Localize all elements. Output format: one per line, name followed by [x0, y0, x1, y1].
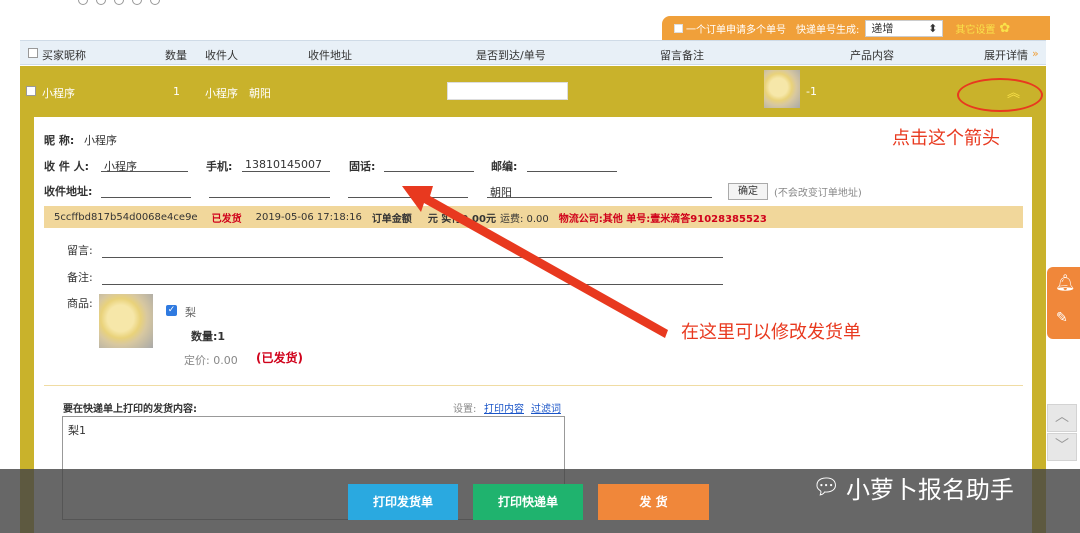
product-thumbnail	[764, 70, 800, 108]
annotation-modify-here: 在这里可以修改发货单	[681, 322, 861, 343]
multi-number-checkbox[interactable]	[674, 23, 683, 33]
mobile-input-value: 13810145007	[245, 158, 322, 171]
address-label: 收件地址:	[44, 185, 93, 198]
scroll-down-button[interactable]: ﹀	[1047, 433, 1077, 461]
row-product: -1	[806, 85, 817, 98]
recipient-input[interactable]: 小程序	[101, 158, 188, 173]
order-amount: 元 实付0.00元	[427, 213, 496, 225]
product-label: 商品:	[67, 297, 93, 310]
generate-label: 快递单号生成:	[796, 24, 860, 36]
radio-option[interactable]	[114, 0, 124, 5]
other-settings-link[interactable]: 其它设置	[955, 21, 995, 36]
print-invoice-button[interactable]: 打印发货单	[348, 484, 458, 520]
radio-option[interactable]	[96, 0, 106, 5]
product-checkbox[interactable]: ✓	[166, 305, 177, 316]
product-quantity: 数量:1	[191, 330, 226, 343]
zip-label: 邮编:	[491, 160, 518, 173]
watermark-text: 小萝卜报名助手	[845, 476, 1014, 504]
order-row[interactable]: 小程序 1 小程序 朝阳 -1 ︽	[20, 66, 1046, 117]
district-input-value: 朝阳	[490, 186, 512, 199]
street-input[interactable]	[348, 184, 468, 198]
nickname-label: 昵 称:	[44, 134, 75, 147]
col-arrived: 是否到达/单号	[476, 49, 546, 62]
mobile-input[interactable]: 13810145007	[242, 158, 330, 172]
order-status: 已发货	[211, 213, 242, 225]
wechat-icon: 💬︎	[812, 475, 840, 500]
order-freight: 运费: 0.00	[499, 213, 549, 225]
phone-input[interactable]	[384, 158, 474, 172]
nickname-value: 小程序	[84, 134, 117, 147]
order-id: 5ccffbd817b54d0068e4ce9e	[54, 211, 198, 223]
side-tools: 🔔︎ ✎	[1047, 267, 1080, 339]
gear-icon[interactable]: ✿	[999, 21, 1010, 36]
row-nickname: 小程序	[42, 87, 75, 100]
district-input[interactable]: 朝阳	[487, 184, 712, 199]
number-mode-value: 递增	[871, 22, 894, 35]
zip-input[interactable]	[527, 158, 617, 172]
tracking-number-input[interactable]	[447, 82, 568, 100]
recipient-input-value: 小程序	[104, 160, 137, 173]
col-note: 留言备注	[660, 49, 704, 62]
row-quantity: 1	[173, 85, 180, 98]
province-input[interactable]	[101, 184, 191, 198]
table-header: 买家昵称 数量 收件人 收件地址 是否到达/单号 留言备注 产品内容 展开详情 …	[20, 40, 1046, 65]
row-address: 朝阳	[249, 87, 271, 100]
product-name: 梨	[185, 306, 196, 319]
bell-icon[interactable]: 🔔︎	[1055, 273, 1075, 292]
row-checkbox[interactable]	[26, 86, 36, 96]
col-product: 产品内容	[850, 49, 894, 62]
product-shipped: (已发货)	[256, 351, 303, 365]
filter-words-link[interactable]: 过滤词	[531, 400, 561, 415]
phone-label: 固话:	[349, 160, 376, 173]
print-content-link[interactable]: 打印内容	[484, 400, 524, 415]
col-quantity: 数量	[165, 49, 187, 62]
col-address: 收件地址	[308, 49, 352, 62]
annotation-click-arrow: 点击这个箭头	[892, 128, 1000, 149]
ship-button[interactable]: 发 货	[598, 484, 709, 520]
number-mode-select[interactable]: 递增 ⬍	[865, 19, 944, 37]
remark-label: 备注:	[67, 271, 93, 284]
multi-number-label: 一个订单申请多个单号	[686, 24, 786, 36]
col-expand[interactable]: 展开详情	[984, 47, 1028, 63]
select-all-checkbox[interactable]	[28, 48, 38, 58]
remark-input[interactable]	[102, 271, 723, 285]
row-recipient: 小程序	[205, 87, 238, 100]
confirm-button[interactable]: 确定	[728, 183, 768, 200]
col-recipient: 收件人	[205, 49, 238, 62]
product-image	[99, 294, 153, 348]
chevron-down-icon[interactable]: »	[1032, 47, 1039, 60]
order-info-bar: 5ccffbd817b54d0068e4ce9e 已发货 2019-05-06 …	[44, 206, 1023, 228]
annotation-ellipse	[957, 78, 1043, 112]
print-settings-label: 设置:	[453, 404, 477, 415]
scroll-up-button[interactable]: ︿	[1047, 404, 1077, 432]
top-radio-row	[78, 0, 160, 6]
confirm-hint: (不会改变订单地址)	[774, 188, 862, 199]
radio-option[interactable]	[150, 0, 160, 5]
print-title: 要在快递单上打印的发货内容:	[63, 404, 197, 415]
order-datetime: 2019-05-06 17:18:16	[255, 211, 362, 223]
watermark: 💬︎ 小萝卜报名助手	[812, 470, 1014, 505]
radio-option[interactable]	[132, 0, 142, 5]
section-divider	[44, 385, 1023, 386]
city-input[interactable]	[209, 184, 330, 198]
edit-icon[interactable]: ✎	[1056, 310, 1068, 326]
recipient-label: 收 件 人:	[44, 160, 90, 173]
mobile-label: 手机:	[206, 160, 233, 173]
order-amount-label: 订单金额	[371, 213, 412, 225]
print-express-button[interactable]: 打印快递单	[473, 484, 583, 520]
message-input[interactable]	[102, 244, 723, 258]
col-nickname: 买家昵称	[42, 49, 86, 62]
order-logistics: 物流公司:其他 单号:壹米滴答91028385523	[558, 213, 767, 225]
radio-option[interactable]	[78, 0, 88, 5]
select-arrows-icon: ⬍	[928, 21, 938, 35]
product-price: 定价: 0.00	[184, 354, 238, 367]
message-label: 留言:	[67, 244, 93, 257]
express-settings-bar: 一个订单申请多个单号 快递单号生成: 递增 ⬍ 其它设置 ✿	[662, 16, 1050, 40]
